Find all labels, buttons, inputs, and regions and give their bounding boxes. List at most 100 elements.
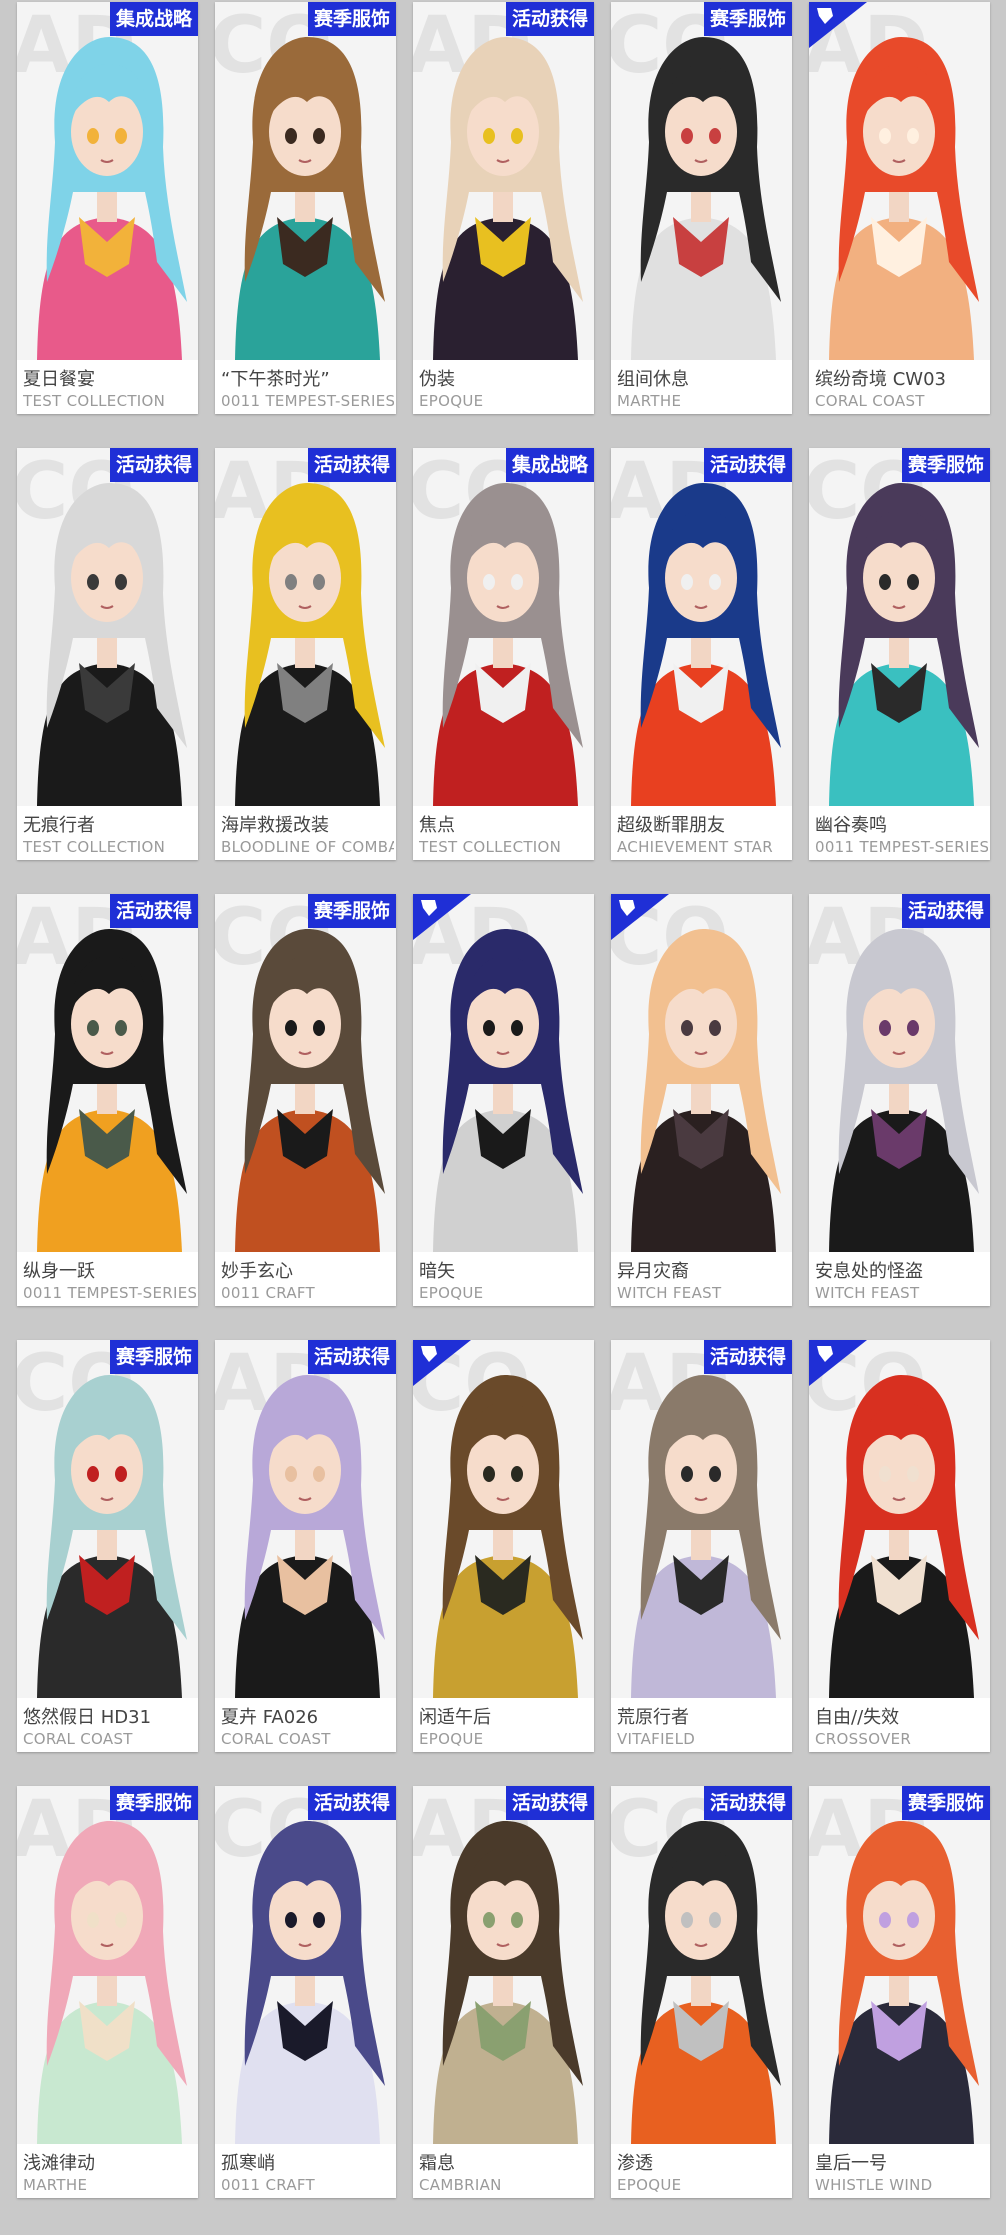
- skin-card[interactable]: AD 缤纷奇境 CW03 CORAL COAST: [809, 2, 990, 414]
- skin-card[interactable]: CO 活动获得渗透 EPOQUE: [611, 1786, 792, 2198]
- skin-artwork: CO: [611, 2, 792, 360]
- skin-artwork: AD: [17, 1786, 198, 2144]
- skin-artwork: CO: [413, 1340, 594, 1698]
- skin-name: 悠然假日 HD31: [23, 1707, 152, 1728]
- skin-series: TEST COLLECTION: [23, 838, 166, 856]
- skin-name: 夏卉 FA026: [221, 1707, 319, 1728]
- skin-artwork: CO: [413, 448, 594, 806]
- skin-name: 焦点: [419, 815, 455, 836]
- skin-name: 组间休息: [617, 369, 689, 390]
- skin-card[interactable]: CO 闲适午后 EPOQUE: [413, 1340, 594, 1752]
- skin-card[interactable]: CO 赛季服饰 “下午茶时光” 0011 TEMPEST-SERIES: [215, 2, 396, 414]
- skin-series: TEST COLLECTION: [419, 838, 562, 856]
- acquisition-tag: 活动获得: [703, 1340, 792, 1374]
- acquisition-tag: 赛季服饰: [703, 2, 792, 36]
- skin-card[interactable]: CO 赛季服饰 幽谷奏鸣 0011 TEMPEST-SERIES: [809, 448, 990, 860]
- skin-card[interactable]: CO 异月灾裔 WITCH FEAST: [611, 894, 792, 1306]
- skin-artwork: AD: [413, 894, 594, 1252]
- skin-series: CAMBRIAN: [419, 2176, 502, 2194]
- skin-card[interactable]: AD 活动获得 超级断罪朋友 ACHIEVEMENT STAR: [611, 448, 792, 860]
- skin-grid: AD 集成战略 夏日餐宴 TEST COLLECTION CO 赛季服饰 “下午茶时光” 00…: [0, 0, 1006, 2235]
- skin-artwork: AD: [215, 1340, 396, 1698]
- skin-series: BLOODLINE OF COMBAT: [221, 838, 394, 856]
- acquisition-tag: 赛季服饰: [307, 2, 396, 36]
- skin-name: 自由//失效: [815, 1707, 900, 1728]
- skin-name: 安息处的怪盗: [815, 1261, 923, 1282]
- skin-name: 浅滩律动: [23, 2153, 95, 2174]
- skin-card[interactable]: AD 活动获得伪装 EPOQUE: [413, 2, 594, 414]
- skin-artwork: CO: [215, 894, 396, 1252]
- skin-series: CORAL COAST: [221, 1730, 331, 1748]
- acquisition-tag: 活动获得: [703, 448, 792, 482]
- skin-artwork: AD: [809, 1786, 990, 2144]
- acquisition-tag: 活动获得: [109, 448, 198, 482]
- skin-artwork: AD: [611, 448, 792, 806]
- brand-corner-icon: [413, 1340, 471, 1386]
- skin-name: 海岸救援改装: [221, 815, 329, 836]
- skin-card[interactable]: CO 活动获得 无痕行者 TEST COLLECTION: [17, 448, 198, 860]
- skin-name: 渗透: [617, 2153, 653, 2174]
- skin-name: 夏日餐宴: [23, 369, 95, 390]
- skin-artwork: CO: [215, 2, 396, 360]
- skin-series: 0011 TEMPEST-SERIES: [221, 392, 394, 410]
- skin-card[interactable]: CO 集成战略 焦点 TEST COLLECTION: [413, 448, 594, 860]
- acquisition-tag: 活动获得: [703, 1786, 792, 1820]
- skin-series: 0011 TEMPEST-SERIES: [815, 838, 988, 856]
- skin-artwork: AD: [413, 1786, 594, 2144]
- brand-corner-icon: [413, 894, 471, 940]
- skin-card[interactable]: AD 赛季服饰 浅滩律动 MARTHE: [17, 1786, 198, 2198]
- skin-card[interactable]: CO 自由//失效 CROSSOVER: [809, 1340, 990, 1752]
- skin-name: 缤纷奇境 CW03: [815, 369, 946, 390]
- acquisition-tag: 活动获得: [307, 1786, 396, 1820]
- skin-series: TEST COLLECTION: [23, 392, 166, 410]
- skin-card[interactable]: CO 赛季服饰悠然假日 HD31 CORAL COAST: [17, 1340, 198, 1752]
- skin-card[interactable]: CO 赛季服饰组间休息 MARTHE: [611, 2, 792, 414]
- skin-artwork: AD: [413, 2, 594, 360]
- skin-name: 幽谷奏鸣: [815, 815, 887, 836]
- skin-card[interactable]: AD 活动获得 霜息 CAMBRIAN: [413, 1786, 594, 2198]
- skin-name: 纵身一跃: [23, 1261, 95, 1282]
- skin-series: CORAL COAST: [23, 1730, 133, 1748]
- acquisition-tag: 赛季服饰: [109, 1786, 198, 1820]
- skin-artwork: AD: [215, 448, 396, 806]
- skin-artwork: AD: [809, 2, 990, 360]
- skin-artwork: CO: [809, 448, 990, 806]
- skin-name: 暗矢: [419, 1261, 455, 1282]
- skin-card[interactable]: AD 活动获得 夏卉 FA026 CORAL COAST: [215, 1340, 396, 1752]
- skin-artwork: CO: [611, 894, 792, 1252]
- skin-card[interactable]: AD 活动获得 安息处的怪盗 WITCH FEAST: [809, 894, 990, 1306]
- acquisition-tag: 活动获得: [505, 2, 594, 36]
- skin-card[interactable]: AD 活动获得 海岸救援改装 BLOODLINE OF COMBAT: [215, 448, 396, 860]
- skin-series: EPOQUE: [419, 392, 484, 410]
- skin-artwork: CO: [215, 1786, 396, 2144]
- brand-corner-icon: [611, 894, 669, 940]
- acquisition-tag: 活动获得: [505, 1786, 594, 1820]
- skin-series: CROSSOVER: [815, 1730, 912, 1748]
- skin-series: 0011 TEMPEST-SERIES: [23, 1284, 196, 1302]
- skin-card[interactable]: AD 活动获得 荒原行者 VITAFIELD: [611, 1340, 792, 1752]
- skin-series: ACHIEVEMENT STAR: [617, 838, 773, 856]
- skin-series: 0011 CRAFT: [221, 2176, 316, 2194]
- skin-name: 孤寒峭: [221, 2153, 275, 2174]
- skin-series: WITCH FEAST: [815, 1284, 920, 1302]
- skin-name: 妙手玄心: [221, 1261, 293, 1282]
- skin-artwork: CO: [809, 1340, 990, 1698]
- skin-name: 伪装: [419, 369, 455, 390]
- skin-artwork: CO: [611, 1786, 792, 2144]
- skin-series: 0011 CRAFT: [221, 1284, 316, 1302]
- skin-card[interactable]: CO 赛季服饰 妙手玄心 0011 CRAFT: [215, 894, 396, 1306]
- skin-series: WHISTLE WIND: [815, 2176, 933, 2194]
- skin-name: “下午茶时光”: [221, 369, 330, 390]
- acquisition-tag: 赛季服饰: [109, 1340, 198, 1374]
- skin-series: EPOQUE: [617, 2176, 682, 2194]
- skin-card[interactable]: AD 集成战略 夏日餐宴 TEST COLLECTION: [17, 2, 198, 414]
- skin-card[interactable]: CO 活动获得孤寒峭 0011 CRAFT: [215, 1786, 396, 2198]
- skin-series: CORAL COAST: [815, 392, 925, 410]
- skin-card[interactable]: AD 活动获得 纵身一跃 0011 TEMPEST-SERIES: [17, 894, 198, 1306]
- skin-artwork: CO: [17, 1340, 198, 1698]
- skin-series: WITCH FEAST: [617, 1284, 722, 1302]
- skin-card[interactable]: AD 暗矢 EPOQUE: [413, 894, 594, 1306]
- skin-card[interactable]: AD 赛季服饰 皇后一号 WHISTLE WIND: [809, 1786, 990, 2198]
- skin-series: MARTHE: [617, 392, 682, 410]
- skin-artwork: AD: [809, 894, 990, 1252]
